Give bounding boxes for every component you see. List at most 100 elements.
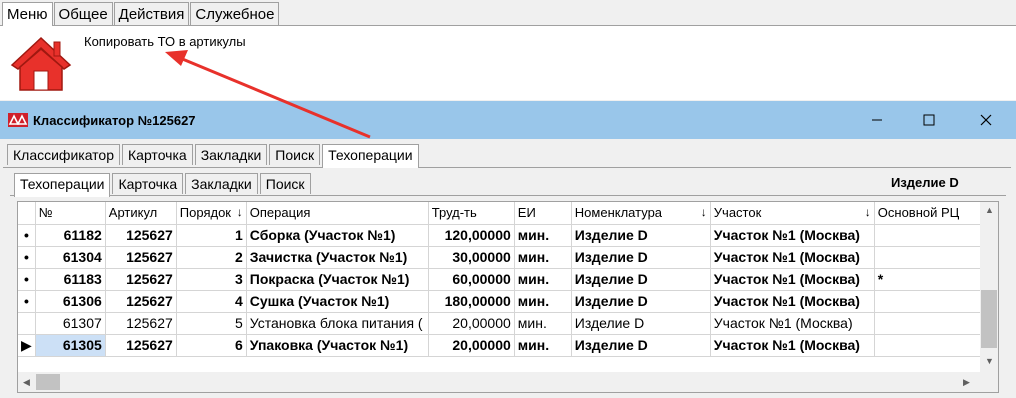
cell-unit: мин.	[514, 268, 572, 291]
cell-order: 1	[176, 224, 247, 247]
tab-menu[interactable]: Меню	[2, 2, 53, 27]
close-icon[interactable]	[975, 109, 997, 131]
cell-nomenclature: Изделие D	[571, 312, 711, 335]
table-row[interactable]: 61307 125627 5 Установка блока питания (20,…	[18, 312, 982, 335]
cell-section: Участок №1 (Москва)	[710, 290, 875, 313]
cell-labor: 120,00000	[428, 224, 515, 247]
tab-classifier[interactable]: Классификатор	[7, 144, 121, 165]
tab-bookmarks[interactable]: Закладки	[194, 144, 268, 165]
tab-tech-operations[interactable]: Техоперации	[322, 144, 419, 168]
cell-unit: мин.	[514, 312, 572, 335]
column-header-no[interactable]: №	[35, 202, 106, 225]
tab-card[interactable]: Карточка	[122, 144, 193, 165]
tab-search[interactable]: Поиск	[269, 144, 321, 165]
app-logo-icon	[8, 113, 28, 127]
scroll-up-icon[interactable]: ▲	[985, 205, 994, 215]
column-header-main-rc[interactable]: Основной РЦ	[874, 202, 982, 225]
sort-arrow-icon: ↓	[700, 205, 707, 220]
cell-unit: мин.	[514, 246, 572, 269]
cell-unit: мин.	[514, 334, 572, 357]
row-indicator: •	[18, 224, 36, 247]
cell-nomenclature: Изделие D	[571, 290, 711, 313]
column-header-nomenclature[interactable]: Номенклатура ↓	[571, 202, 711, 225]
vertical-scroll-thumb[interactable]	[981, 290, 997, 348]
sort-arrow-icon: ↓	[864, 205, 871, 220]
cell-operation: Сушка (Участок №1)	[246, 290, 429, 313]
outer-tabs: Классификатор Карточка Закладки Поиск Те…	[7, 144, 421, 168]
table-row[interactable]: • 61183 125627 3 Покраска (Участок №1) 60,000…	[18, 268, 982, 291]
minimize-icon[interactable]	[866, 109, 888, 131]
copy-to-articles-command[interactable]: Копировать ТО в артикулы	[84, 34, 246, 49]
cell-no: 61306	[35, 290, 106, 313]
scroll-right-icon[interactable]: ▶	[963, 377, 970, 388]
scroll-left-icon[interactable]: ◀	[23, 377, 30, 388]
window-titlebar: Классификатор №125627	[0, 101, 1016, 139]
house-icon[interactable]	[10, 36, 72, 92]
cell-order: 6	[176, 334, 247, 357]
cell-labor: 20,00000	[428, 334, 515, 357]
column-header-order-label: Порядок	[179, 205, 231, 221]
column-header-article[interactable]: Артикул	[105, 202, 177, 225]
column-header-labor[interactable]: Труд-ть	[428, 202, 515, 225]
cell-labor: 30,00000	[428, 246, 515, 269]
classifier-window: Классификатор №125627 Классификатор Карт…	[0, 101, 1016, 398]
table-row[interactable]: ▶ 61305 125627 6 Упаковка (Участок №1) 20,000…	[18, 334, 982, 357]
cell-article: 125627	[105, 246, 177, 269]
horizontal-scroll-thumb[interactable]	[36, 374, 60, 390]
inner-tab-bookmarks[interactable]: Закладки	[185, 173, 258, 194]
tab-service[interactable]: Служебное	[190, 2, 280, 25]
column-header-order[interactable]: Порядок ↓	[176, 202, 247, 225]
product-label: Изделие D	[891, 175, 959, 190]
cell-article: 125627	[105, 224, 177, 247]
column-header-nomenclature-label: Номенклатура	[574, 205, 663, 221]
row-indicator: •	[18, 246, 36, 269]
maximize-icon[interactable]	[918, 109, 940, 131]
cell-section: Участок №1 (Москва)	[710, 224, 875, 247]
cell-order: 3	[176, 268, 247, 291]
cell-section: Участок №1 (Москва)	[710, 246, 875, 269]
cell-no: 61182	[35, 224, 106, 247]
cell-article: 125627	[105, 268, 177, 291]
sort-arrow-icon: ↓	[236, 205, 243, 220]
main-menu-tabs: Меню Общее Действия Служебное	[2, 2, 280, 27]
column-header-unit[interactable]: ЕИ	[514, 202, 572, 225]
cell-nomenclature: Изделие D	[571, 334, 711, 357]
cell-labor: 180,00000	[428, 290, 515, 313]
row-indicator	[18, 312, 36, 335]
indicator-header	[18, 202, 36, 225]
scroll-down-icon[interactable]: ▼	[985, 356, 994, 366]
cell-operation: Сборка (Участок №1)	[246, 224, 429, 247]
cell-main-rc	[874, 312, 982, 335]
inner-tab-tech-operations[interactable]: Техоперации	[14, 173, 111, 197]
cell-nomenclature: Изделие D	[571, 268, 711, 291]
cell-main-rc: *	[874, 268, 982, 291]
cell-unit: мин.	[514, 224, 572, 247]
cell-main-rc	[874, 290, 982, 313]
cell-section: Участок №1 (Москва)	[710, 312, 875, 335]
column-header-section[interactable]: Участок ↓	[710, 202, 875, 225]
cell-article: 125627	[105, 334, 177, 357]
cell-no: 61305	[35, 334, 106, 357]
tab-general[interactable]: Общее	[53, 2, 113, 25]
table-row[interactable]: • 61182 125627 1 Сборка (Участок №1) 120,0000…	[18, 224, 982, 247]
cell-nomenclature: Изделие D	[571, 224, 711, 247]
table-row[interactable]: • 61304 125627 2 Зачистка (Участок №1) 30,000…	[18, 246, 982, 269]
tab-actions[interactable]: Действия	[113, 2, 190, 25]
cell-section: Участок №1 (Москва)	[710, 268, 875, 291]
cell-labor: 60,00000	[428, 268, 515, 291]
cell-main-rc	[874, 246, 982, 269]
window-title: Классификатор №125627	[33, 113, 196, 128]
cell-order: 2	[176, 246, 247, 269]
cell-no: 61304	[35, 246, 106, 269]
inner-tab-card[interactable]: Карточка	[112, 173, 184, 194]
table-row[interactable]: • 61306 125627 4 Сушка (Участок №1) 180,00000…	[18, 290, 982, 313]
vertical-scrollbar[interactable]: ▲ ▼	[980, 202, 998, 372]
column-header-operation[interactable]: Операция	[246, 202, 429, 225]
cell-nomenclature: Изделие D	[571, 246, 711, 269]
inner-tab-search[interactable]: Поиск	[259, 173, 311, 194]
cell-no: 61307	[35, 312, 106, 335]
table-header: № Артикул Порядок ↓ Операция Труд-ть ЕИ Н…	[18, 202, 982, 225]
horizontal-scrollbar[interactable]: ◀ ▶	[18, 372, 998, 392]
cell-operation: Зачистка (Участок №1)	[246, 246, 429, 269]
tech-operations-grid: № Артикул Порядок ↓ Операция Труд-ть ЕИ Н…	[17, 201, 999, 393]
